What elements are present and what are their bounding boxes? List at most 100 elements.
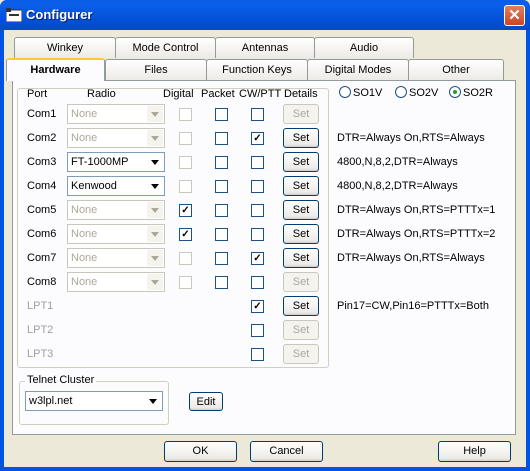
port-label: Com5 <box>27 204 57 216</box>
cwptt-checkbox[interactable] <box>251 228 264 241</box>
packet-checkbox[interactable] <box>215 204 228 217</box>
chevron-down-icon[interactable] <box>147 130 163 146</box>
cwptt-checkbox[interactable] <box>251 156 264 169</box>
close-button[interactable]: ✕ <box>504 5 525 26</box>
chevron-down-icon[interactable] <box>147 202 163 218</box>
packet-checkbox[interactable] <box>215 156 228 169</box>
radio-combo[interactable]: None <box>67 200 165 220</box>
set-button[interactable]: Set <box>283 248 319 268</box>
cwptt-checkbox[interactable] <box>251 180 264 193</box>
cwptt-checkbox[interactable]: ✓ <box>251 300 264 313</box>
radio-circle-so2v[interactable] <box>395 86 407 98</box>
set-button[interactable]: Set <box>283 320 319 340</box>
packet-checkbox[interactable] <box>215 276 228 289</box>
tab-hardware[interactable]: Hardware <box>6 58 105 81</box>
header-port: Port <box>27 88 48 100</box>
help-button[interactable]: Help <box>438 441 511 462</box>
tab-winkey[interactable]: Winkey <box>14 37 116 58</box>
title-bar[interactable]: Configurer ✕ <box>0 0 530 30</box>
cwptt-checkbox[interactable] <box>251 276 264 289</box>
cwptt-checkbox[interactable] <box>251 324 264 337</box>
port-label: Com4 <box>27 180 57 192</box>
radio-so2r[interactable]: SO2R <box>449 86 493 99</box>
radio-so1v[interactable]: SO1V <box>339 86 382 99</box>
tab-mode-control[interactable]: Mode Control <box>115 37 216 58</box>
telnet-value: w3lpl.net <box>29 395 73 407</box>
radio-so2v[interactable]: SO2V <box>395 86 438 99</box>
hardware-panel: Port Radio Digital Packet CW/PTT Details… <box>12 80 516 435</box>
cwptt-checkbox[interactable] <box>251 108 264 121</box>
radio-circle-so1v[interactable] <box>339 86 351 98</box>
cwptt-checkbox[interactable]: ✓ <box>251 132 264 145</box>
radio-combo[interactable]: FT-1000MP <box>67 152 165 172</box>
cwptt-checkbox[interactable] <box>251 348 264 361</box>
digital-checkbox[interactable] <box>179 252 192 265</box>
chevron-down-icon[interactable] <box>147 154 163 170</box>
cwptt-checkbox[interactable]: ✓ <box>251 252 264 265</box>
tab-other[interactable]: Other <box>408 59 504 80</box>
telnet-edit-button[interactable]: Edit <box>189 392 223 411</box>
set-button[interactable]: Set <box>283 152 319 172</box>
set-button[interactable]: Set <box>283 344 319 364</box>
packet-checkbox[interactable] <box>215 132 228 145</box>
port-row: Com1 None Set <box>13 103 517 127</box>
radio-combo[interactable]: Kenwood <box>67 176 165 196</box>
radio-combo[interactable]: None <box>67 104 165 124</box>
chevron-down-icon[interactable] <box>147 226 163 242</box>
tab-function-keys[interactable]: Function Keys <box>206 59 308 80</box>
port-row: Com5 None ✓ Set DTR=Always On,RTS=PTTTx=1 <box>13 199 517 223</box>
telnet-combo[interactable]: w3lpl.net <box>25 391 163 411</box>
details-text: DTR=Always On,RTS=Always <box>337 132 485 144</box>
digital-checkbox[interactable] <box>179 276 192 289</box>
digital-checkbox[interactable] <box>179 108 192 121</box>
set-button[interactable]: Set <box>283 104 319 124</box>
tab-digital-modes[interactable]: Digital Modes <box>307 59 409 80</box>
header-cwptt: CW/PTT <box>239 88 282 100</box>
digital-checkbox[interactable] <box>179 156 192 169</box>
configurer-window: Configurer ✕ Winkey Mode Control Antenna… <box>0 0 530 471</box>
tab-audio[interactable]: Audio <box>314 37 414 58</box>
dialog-client: Winkey Mode Control Antennas Audio Hardw… <box>4 30 526 467</box>
header-details: Details <box>284 88 318 100</box>
digital-checkbox[interactable]: ✓ <box>179 204 192 217</box>
packet-checkbox[interactable] <box>215 228 228 241</box>
chevron-down-icon[interactable] <box>147 106 163 122</box>
set-button[interactable]: Set <box>283 200 319 220</box>
port-row: Com7 None ✓ Set DTR=Always On,RTS=Always <box>13 247 517 271</box>
details-text: DTR=Always On,RTS=Always <box>337 252 485 264</box>
port-row: LPT3 Set <box>13 343 517 367</box>
set-button[interactable]: Set <box>283 296 319 316</box>
ok-button[interactable]: OK <box>164 441 237 462</box>
chevron-down-icon[interactable] <box>147 178 163 194</box>
set-button[interactable]: Set <box>283 224 319 244</box>
cancel-button[interactable]: Cancel <box>250 441 323 462</box>
digital-checkbox[interactable]: ✓ <box>179 228 192 241</box>
chevron-down-icon[interactable] <box>147 274 163 290</box>
set-button[interactable]: Set <box>283 128 319 148</box>
packet-checkbox[interactable] <box>215 252 228 265</box>
telnet-label: Telnet Cluster <box>25 374 97 386</box>
packet-checkbox[interactable] <box>215 108 228 121</box>
chevron-down-icon[interactable] <box>145 393 161 409</box>
chevron-down-icon[interactable] <box>147 250 163 266</box>
radio-combo[interactable]: None <box>67 224 165 244</box>
radio-combo[interactable]: None <box>67 128 165 148</box>
tab-files[interactable]: Files <box>105 59 207 80</box>
tab-antennas[interactable]: Antennas <box>215 37 315 58</box>
details-text: DTR=Always On,RTS=PTTTx=1 <box>337 204 496 216</box>
set-button[interactable]: Set <box>283 176 319 196</box>
digital-checkbox[interactable] <box>179 180 192 193</box>
port-row: Com3 FT-1000MP Set 4800,N,8,2,DTR=Always <box>13 151 517 175</box>
digital-checkbox[interactable] <box>179 132 192 145</box>
set-button[interactable]: Set <box>283 272 319 292</box>
radio-circle-so2r[interactable] <box>449 86 461 98</box>
radio-combo[interactable]: None <box>67 248 165 268</box>
port-label: Com2 <box>27 132 57 144</box>
port-row: Com2 None ✓ Set DTR=Always On,RTS=Always <box>13 127 517 151</box>
radio-value: None <box>71 276 98 288</box>
radio-combo[interactable]: None <box>67 272 165 292</box>
radio-label-so2r: SO2R <box>463 87 493 99</box>
cwptt-checkbox[interactable] <box>251 204 264 217</box>
app-icon <box>6 8 22 22</box>
packet-checkbox[interactable] <box>215 180 228 193</box>
